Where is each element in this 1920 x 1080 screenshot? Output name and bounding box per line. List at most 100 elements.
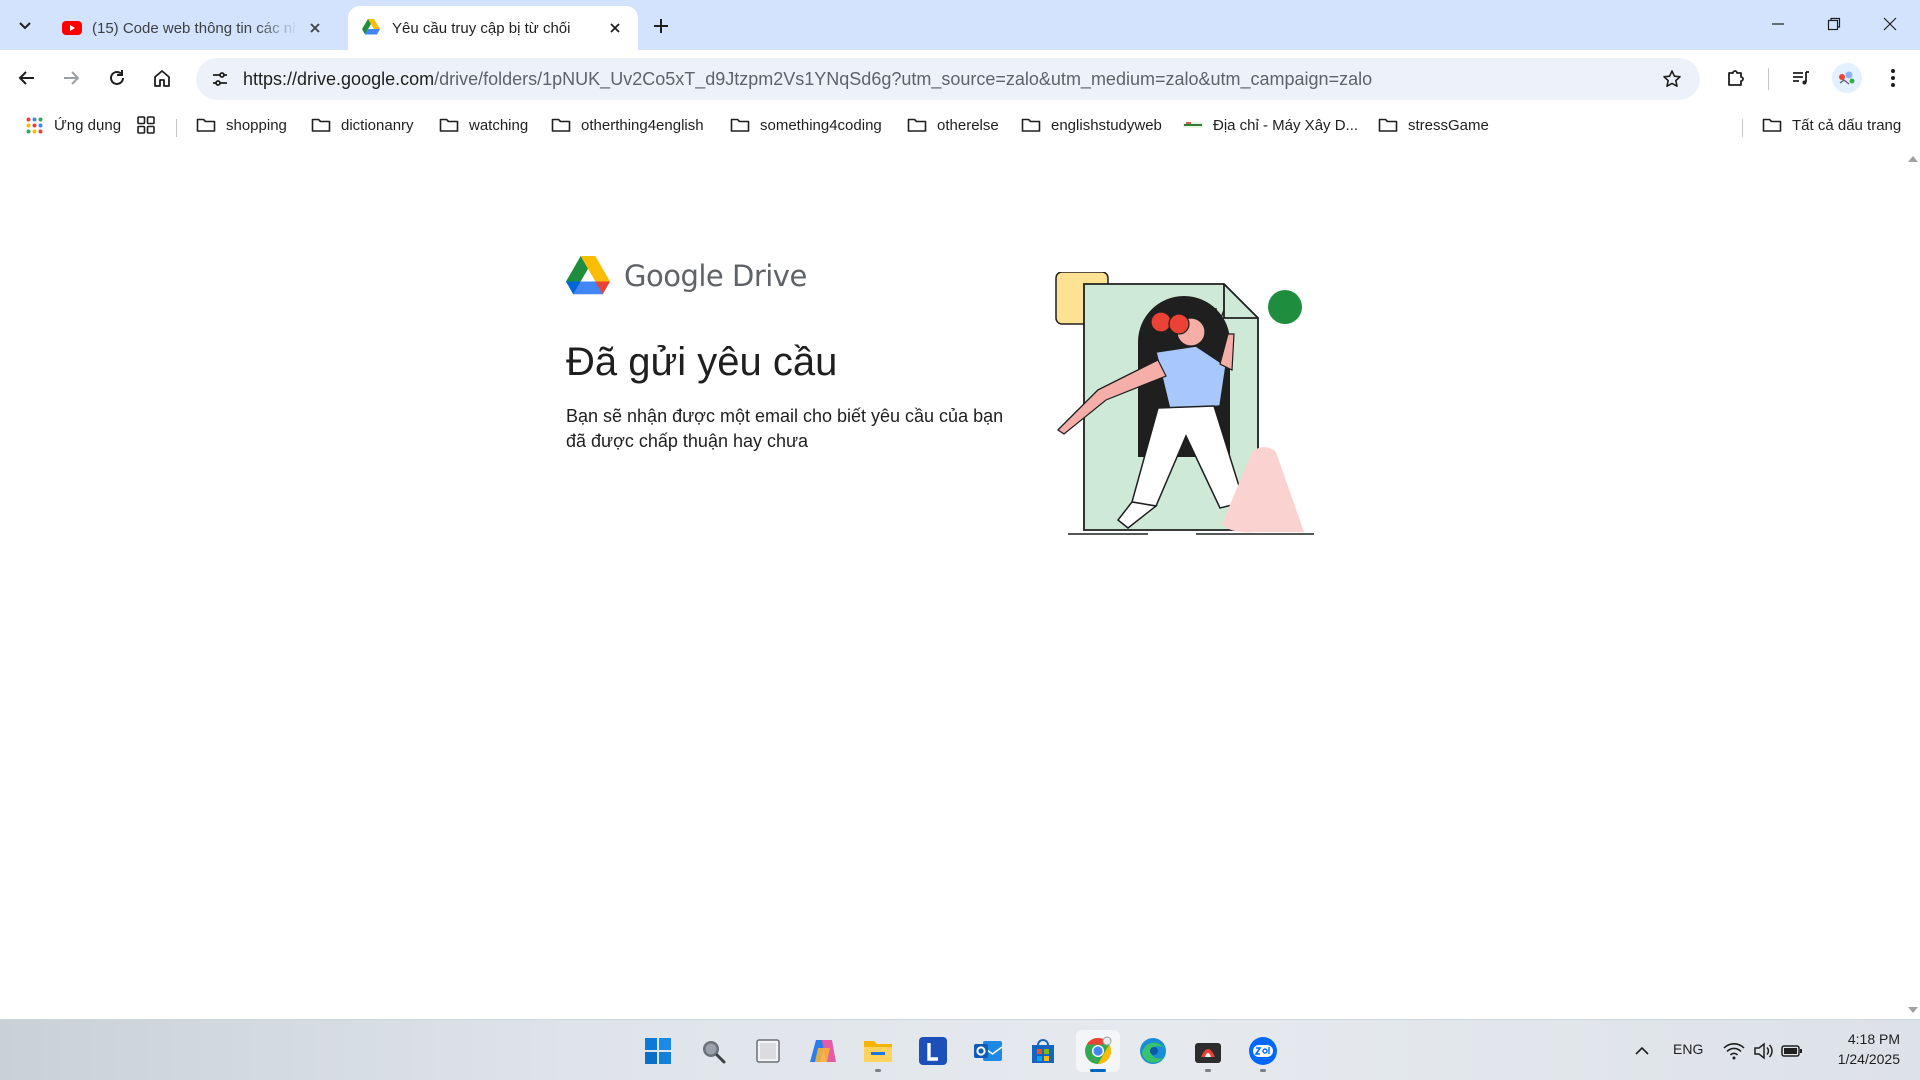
- arrow-right-icon: [62, 69, 80, 87]
- tray-overflow-button[interactable]: [1620, 1030, 1664, 1072]
- wifi-icon: [1723, 1042, 1745, 1060]
- apps-grid-icon: [24, 115, 44, 135]
- bookmark-folder-something4coding[interactable]: something4coding: [730, 110, 882, 140]
- l-app-icon: [919, 1037, 947, 1065]
- browser-menu-button[interactable]: [1875, 60, 1911, 96]
- bookmark-folder-dictionanry[interactable]: dictionanry: [311, 110, 414, 140]
- tab-close-button[interactable]: [604, 17, 626, 39]
- taskbar-zalo[interactable]: [1241, 1030, 1285, 1072]
- bookmark-divider: [1742, 119, 1743, 137]
- battery-icon: [1781, 1044, 1803, 1058]
- store-icon: [1029, 1037, 1057, 1065]
- forward-button[interactable]: [53, 60, 89, 96]
- bookmark-label: something4coding: [760, 116, 882, 134]
- url-path: /drive/folders/1pNUK_Uv2Co5xT_d9Jtzpm2Vs…: [434, 68, 1373, 89]
- google-drive-icon: [362, 19, 380, 37]
- edge-icon: [1138, 1036, 1168, 1066]
- folder-icon: [1021, 115, 1041, 135]
- bookmark-label: otherelse: [937, 116, 999, 134]
- bookmark-all-bookmarks[interactable]: Tất cả dấu trang: [1762, 110, 1901, 140]
- home-button[interactable]: [144, 60, 180, 96]
- app-icon: [1193, 1037, 1223, 1065]
- tab-youtube[interactable]: (15) Code web thông tin các nhân: [48, 6, 338, 50]
- bookmark-label: Tất cả dấu trang: [1792, 116, 1902, 134]
- running-indicator: [875, 1069, 881, 1072]
- tab-title: (15) Code web thông tin các nhân: [92, 19, 298, 37]
- bookmark-folder-watching[interactable]: watching: [439, 110, 528, 140]
- taskbar-file-explorer[interactable]: [856, 1030, 900, 1072]
- volume-icon: [1753, 1042, 1773, 1060]
- taskbar-chrome[interactable]: [1076, 1030, 1120, 1072]
- taskbar-edge[interactable]: [1131, 1030, 1175, 1072]
- bookmark-label: watching: [469, 116, 529, 134]
- copilot-icon: [808, 1038, 838, 1064]
- site-info-button[interactable]: [204, 63, 236, 95]
- running-indicator: [1205, 1069, 1211, 1072]
- address-bar[interactable]: https://drive.google.com/drive/folders/1…: [196, 58, 1700, 100]
- tab-search-button[interactable]: [8, 9, 42, 41]
- tab-title: Yêu cầu truy cập bị từ chối: [392, 19, 571, 37]
- scroll-up-arrow-icon[interactable]: [1908, 156, 1918, 162]
- extensions-button[interactable]: [1718, 60, 1754, 96]
- tray-quick-settings[interactable]: [1718, 1030, 1808, 1072]
- reload-button[interactable]: [99, 60, 135, 96]
- reload-icon: [108, 69, 126, 87]
- chrome-icon: [1083, 1036, 1113, 1066]
- scroll-down-arrow-icon[interactable]: [1908, 1007, 1918, 1013]
- home-icon: [152, 68, 172, 88]
- taskbar-start[interactable]: [636, 1030, 680, 1072]
- bookmark-site-dia-chi[interactable]: Địa chỉ - Máy Xây D...: [1183, 110, 1358, 140]
- tab-drive[interactable]: Yêu cầu truy cập bị từ chối: [348, 6, 638, 50]
- google-drive-logo[interactable]: Google Drive: [566, 256, 807, 295]
- bookmark-folder-stressgame[interactable]: stressGame: [1378, 110, 1489, 140]
- close-icon: [309, 22, 321, 34]
- puzzle-icon: [1725, 67, 1747, 89]
- profile-avatar[interactable]: [1832, 63, 1862, 93]
- restore-button[interactable]: [1806, 0, 1862, 48]
- bookmark-apps[interactable]: Ứng dụng: [24, 110, 121, 140]
- taskbar-l-app[interactable]: [911, 1030, 955, 1072]
- bookmark-folder-shopping[interactable]: shopping: [196, 110, 287, 140]
- url-text[interactable]: https://drive.google.com/drive/folders/1…: [243, 69, 1656, 90]
- media-controls-button[interactable]: [1783, 60, 1819, 96]
- new-tab-button[interactable]: [646, 11, 676, 41]
- brand-name: Google Drive: [624, 258, 807, 293]
- folder-icon: [1378, 115, 1398, 135]
- minimize-button[interactable]: [1750, 0, 1806, 48]
- taskbar-outlook[interactable]: [966, 1030, 1010, 1072]
- bookmark-folder-otherelse[interactable]: otherelse: [907, 110, 999, 140]
- taskbar-copilot[interactable]: [801, 1030, 845, 1072]
- browser-toolbar: https://drive.google.com/drive/folders/1…: [0, 50, 1920, 106]
- youtube-icon: [62, 19, 82, 37]
- bookmark-folder-otherthing4english[interactable]: otherthing4english: [551, 110, 704, 140]
- page-content: Google Drive Đã gửi yêu cầu Bạn sẽ nhận …: [0, 144, 1920, 1019]
- bookmark-label: otherthing4english: [581, 116, 704, 134]
- back-button[interactable]: [9, 60, 45, 96]
- bookmark-label: Ứng dụng: [54, 116, 122, 134]
- bookmark-tab-groups[interactable]: [136, 110, 166, 140]
- bookmark-label: shopping: [226, 116, 287, 134]
- close-icon: [609, 22, 621, 34]
- clock-time: 4:18 PM: [1847, 1031, 1900, 1047]
- page-scrollbar[interactable]: [1905, 144, 1920, 1019]
- bookmark-star-button[interactable]: [1656, 63, 1688, 95]
- bookmarks-bar: Ứng dụng shopping dictionanry watching o…: [0, 106, 1920, 144]
- taskbar-task-view[interactable]: [746, 1030, 790, 1072]
- request-sent-illustration: [1048, 271, 1316, 542]
- taskbar-search[interactable]: [691, 1030, 735, 1072]
- windows-taskbar: ENG 4:18 PM 1/24/2025: [0, 1019, 1920, 1080]
- system-clock[interactable]: 4:18 PM 1/24/2025: [1838, 1029, 1900, 1069]
- music-queue-icon: [1791, 68, 1811, 88]
- close-window-button[interactable]: [1862, 0, 1918, 48]
- bookmark-label: Địa chỉ - Máy Xây D...: [1213, 116, 1359, 134]
- bookmark-folder-englishstudyweb[interactable]: englishstudyweb: [1021, 110, 1162, 140]
- file-explorer-icon: [863, 1038, 893, 1064]
- tab-close-button[interactable]: [304, 17, 326, 39]
- tune-icon: [211, 70, 229, 88]
- folder-icon: [730, 115, 750, 135]
- taskbar-app[interactable]: [1186, 1030, 1230, 1072]
- language-indicator[interactable]: ENG: [1673, 1041, 1703, 1057]
- chevron-up-icon: [1634, 1046, 1650, 1056]
- taskbar-store[interactable]: [1021, 1030, 1065, 1072]
- site-favicon-icon: [1183, 115, 1203, 135]
